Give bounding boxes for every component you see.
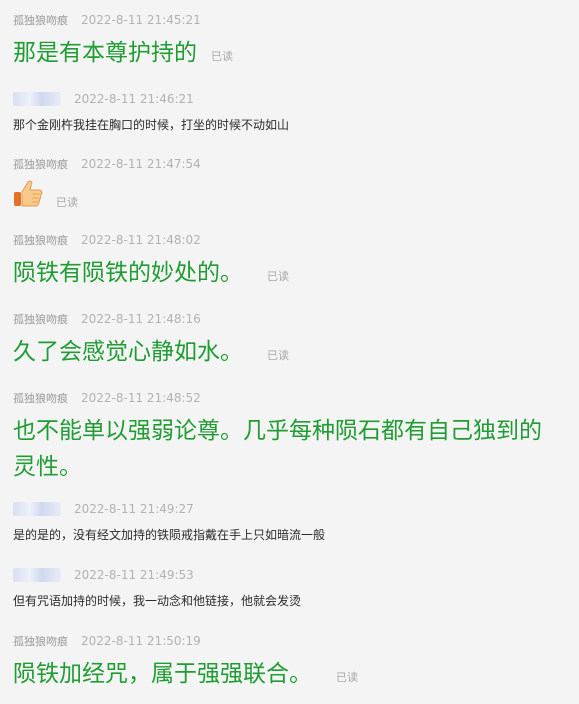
sender-name[interactable]: 孤独狼吻痕: [13, 633, 68, 649]
sender-name[interactable]: 孤独狼吻痕: [13, 12, 68, 28]
timestamp: 2022-8-11 21:47:54: [81, 157, 201, 171]
message-text: 久了会感觉心静如水。 已读: [13, 334, 573, 374]
blurred-sender-name[interactable]: [13, 502, 61, 516]
read-status: 已读: [267, 270, 289, 283]
message-text: 是的是的，没有经文加持的铁陨戒指戴在手上只如暗流一般: [13, 528, 326, 542]
timestamp: 2022-8-11 21:46:21: [74, 92, 194, 106]
sender-name[interactable]: 孤独狼吻痕: [13, 156, 68, 172]
timestamp: 2022-8-11 21:45:21: [81, 13, 201, 27]
message-text: 但有咒语加持的时候，我一动念和他链接，他就会发烫: [13, 594, 302, 608]
sender-name[interactable]: 孤独狼吻痕: [13, 390, 68, 406]
message-header: 孤独狼吻痕 2022-8-11 21:48:52: [13, 390, 201, 406]
message-text: 那个金刚杵我挂在胸口的时候，打坐的时候不动如山: [13, 118, 290, 132]
message-header: 孤独狼吻痕 2022-8-11 21:45:21: [13, 12, 201, 28]
timestamp: 2022-8-11 21:48:52: [81, 391, 201, 405]
message-body: 那是有本尊护持的: [13, 40, 197, 66]
message-body: 久了会感觉心静如水。: [13, 339, 243, 365]
read-status: 已读: [336, 671, 358, 684]
message-header: 2022-8-11 21:49:27: [13, 501, 194, 517]
message-body: 陨铁有陨铁的妙处的。: [13, 260, 243, 286]
message-text-line-2: 灵性。: [13, 454, 82, 480]
message-text: 那是有本尊护持的 已读: [13, 35, 573, 75]
timestamp: 2022-8-11 21:50:19: [81, 634, 201, 648]
blurred-sender-name[interactable]: [13, 568, 61, 582]
message-header: 孤独狼吻痕 2022-8-11 21:47:54: [13, 156, 201, 172]
message-text-line-1: 也不能单以强弱论尊。几乎每种陨石都有自己独到的: [13, 418, 542, 444]
thumbs-up-icon: [13, 180, 43, 212]
message-header: 孤独狼吻痕 2022-8-11 21:48:02: [13, 232, 201, 248]
timestamp: 2022-8-11 21:49:53: [74, 568, 194, 582]
sender-name[interactable]: 孤独狼吻痕: [13, 311, 68, 327]
message-header: 孤独狼吻痕 2022-8-11 21:48:16: [13, 311, 201, 327]
read-status: 已读: [56, 196, 78, 209]
message-header: 2022-8-11 21:49:53: [13, 567, 194, 583]
message-header: 孤独狼吻痕 2022-8-11 21:50:19: [13, 633, 201, 649]
message-body: 陨铁加经咒，属于强强联合。: [13, 661, 312, 687]
message-text: 陨铁加经咒，属于强强联合。 已读: [13, 656, 573, 696]
sender-name[interactable]: 孤独狼吻痕: [13, 232, 68, 248]
timestamp: 2022-8-11 21:49:27: [74, 502, 194, 516]
read-status: 已读: [211, 50, 233, 63]
blurred-sender-name[interactable]: [13, 92, 61, 106]
timestamp: 2022-8-11 21:48:16: [81, 312, 201, 326]
read-status: 已读: [267, 349, 289, 362]
message-header: 2022-8-11 21:46:21: [13, 91, 194, 107]
message-text: 陨铁有陨铁的妙处的。 已读: [13, 255, 573, 295]
timestamp: 2022-8-11 21:48:02: [81, 233, 201, 247]
